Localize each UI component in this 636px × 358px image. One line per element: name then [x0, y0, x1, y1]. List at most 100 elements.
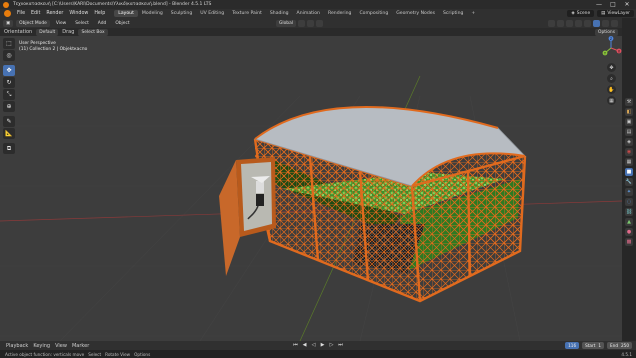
menu-help[interactable]: Help — [91, 11, 108, 16]
tab-modeling[interactable]: Modeling — [138, 10, 167, 17]
view-layer-properties-icon[interactable]: ▤ — [625, 128, 633, 136]
window-title: Τεχνοκατασκευή [C:\Users\KARI\Documents\… — [13, 2, 212, 7]
tab-texture-paint[interactable]: Texture Paint — [228, 10, 266, 17]
constraint-properties-icon[interactable]: ⛓ — [625, 208, 633, 216]
scene-properties-icon[interactable]: ◈ — [625, 138, 633, 146]
3d-viewport[interactable]: User Perspective (11) Collection 2 | Obj… — [0, 36, 622, 341]
measure-tool-icon[interactable]: 📐 — [3, 128, 15, 139]
move-tool-icon[interactable]: ✥ — [3, 65, 15, 76]
next-keyframe-icon[interactable]: ▷ — [328, 342, 335, 349]
options-dropdown[interactable]: Options — [595, 28, 618, 36]
status-options-hint: Options — [134, 351, 151, 357]
view-layer-selector[interactable]: ▤ ViewLayer — [597, 10, 634, 17]
mode-dropdown[interactable]: Object Mode — [16, 19, 50, 27]
menu-file[interactable]: File — [14, 11, 28, 16]
menu-render[interactable]: Render — [43, 11, 66, 16]
scene-name: Scene — [576, 11, 591, 16]
view-name: User Perspective — [19, 41, 56, 46]
start-frame-value: 1 — [598, 343, 602, 348]
play-reverse-icon[interactable]: ◁ — [310, 342, 317, 349]
tab-animation[interactable]: Animation — [293, 10, 324, 17]
material-properties-icon[interactable]: ● — [625, 228, 633, 236]
navigation-buttons: ✥ ⌕ ✋ ▦ — [607, 63, 616, 105]
jump-end-icon[interactable]: ⏭ — [337, 342, 344, 349]
pivot-icon[interactable] — [298, 19, 306, 27]
visibility-icon[interactable] — [548, 19, 555, 27]
tab-rendering[interactable]: Rendering — [324, 10, 355, 17]
rotate-tool-icon[interactable]: ↻ — [3, 77, 15, 88]
minimize-button[interactable]: — — [592, 0, 606, 9]
drag-label: Drag — [62, 29, 75, 35]
current-frame-field[interactable]: 116 — [565, 342, 580, 349]
texture-properties-icon[interactable]: ▩ — [625, 238, 633, 246]
tab-compositing[interactable]: Compositing — [355, 10, 392, 17]
snap-icon[interactable] — [307, 19, 315, 27]
transform-tool-icon[interactable]: ⊕ — [3, 101, 15, 112]
object-properties-icon[interactable]: ■ — [625, 168, 633, 176]
end-frame-field[interactable]: End 250 — [607, 342, 632, 349]
tool-properties-icon[interactable]: ⚒ — [625, 98, 633, 106]
menu-edit[interactable]: Edit — [28, 11, 43, 16]
tab-sculpting[interactable]: Sculpting — [167, 10, 196, 17]
workspace-tabs: Layout Modeling Sculpting UV Editing Tex… — [114, 9, 479, 18]
menu-object[interactable]: Object — [112, 20, 132, 27]
tab-scripting[interactable]: Scripting — [439, 10, 467, 17]
zoom-view-icon[interactable]: ⌕ — [607, 74, 616, 83]
gizmo-y-label: Y — [604, 51, 606, 55]
current-frame-value: 116 — [568, 343, 577, 348]
prev-keyframe-icon[interactable]: ◀ — [301, 342, 308, 349]
xray-toggle-icon[interactable] — [575, 19, 582, 27]
output-properties-icon[interactable]: ▣ — [625, 118, 633, 126]
menu-window[interactable]: Window — [66, 11, 91, 16]
gizmo-toggle-icon[interactable] — [557, 19, 564, 27]
play-icon[interactable]: ▶ — [319, 342, 326, 349]
menu-add[interactable]: Add — [95, 20, 110, 27]
add-workspace-button[interactable]: + — [467, 10, 479, 17]
maximize-button[interactable]: □ — [606, 0, 620, 9]
overlay-toggle-icon[interactable] — [566, 19, 573, 27]
view-layer-name: ViewLayer — [607, 11, 630, 16]
blender-menu-icon[interactable] — [4, 10, 11, 17]
orientation-dropdown[interactable]: Global — [276, 19, 297, 27]
timeline-menu-marker[interactable]: Marker — [72, 343, 89, 349]
hand-view-icon[interactable]: ✋ — [607, 85, 616, 94]
menu-view[interactable]: View — [53, 20, 69, 27]
tab-geometry-nodes[interactable]: Geometry Nodes — [392, 10, 439, 17]
navigation-gizmo[interactable]: Z X Y — [600, 36, 622, 58]
timeline-menu-view[interactable]: View — [55, 343, 67, 349]
scale-tool-icon[interactable]: ⤡ — [3, 89, 15, 100]
collection-properties-icon[interactable]: ▦ — [625, 158, 633, 166]
solid-shading-icon[interactable] — [593, 19, 600, 27]
jump-start-icon[interactable]: ⏮ — [292, 342, 299, 349]
scene-selector[interactable]: ◈ Scene — [567, 10, 595, 17]
physics-properties-icon[interactable]: ◌ — [625, 198, 633, 206]
select-box-tool-icon[interactable]: ⬚ — [3, 38, 15, 49]
modifier-properties-icon[interactable]: 🔧 — [625, 178, 633, 186]
editor-type-button[interactable]: ▣ — [3, 19, 14, 27]
close-button[interactable]: ✕ — [620, 0, 634, 9]
orientation-value-dropdown[interactable]: Default — [36, 28, 59, 36]
wireframe-shading-icon[interactable] — [584, 19, 591, 27]
particle-properties-icon[interactable]: ✦ — [625, 188, 633, 196]
data-properties-icon[interactable]: ▲ — [625, 218, 633, 226]
rendered-shading-icon[interactable] — [611, 19, 618, 27]
menu-select[interactable]: Select — [72, 20, 92, 27]
render-properties-icon[interactable]: ◧ — [625, 108, 633, 116]
start-frame-field[interactable]: Start 1 — [582, 342, 605, 349]
proportional-edit-icon[interactable] — [316, 19, 324, 27]
properties-tabs: ⚒ ◧ ▣ ▤ ◈ ◉ ▦ ■ 🔧 ✦ ◌ ⛓ ▲ ● ▩ — [622, 18, 636, 341]
tab-uv-editing[interactable]: UV Editing — [196, 10, 228, 17]
add-cube-tool-icon[interactable]: ⧉ — [3, 143, 15, 154]
toggle-camera-view-icon[interactable]: ▦ — [607, 96, 616, 105]
material-shading-icon[interactable] — [602, 19, 609, 27]
pan-view-icon[interactable]: ✥ — [607, 63, 616, 72]
cursor-tool-icon[interactable]: ◎ — [3, 50, 15, 61]
tab-shading[interactable]: Shading — [266, 10, 293, 17]
timeline-menu-keying[interactable]: Keying — [33, 343, 50, 349]
tab-layout[interactable]: Layout — [114, 10, 138, 17]
version-label: 4.5.1 — [621, 351, 632, 357]
world-properties-icon[interactable]: ◉ — [625, 148, 633, 156]
drag-value-dropdown[interactable]: Select Box — [78, 28, 108, 36]
annotate-tool-icon[interactable]: ✎ — [3, 116, 15, 127]
timeline-menu-playback[interactable]: Playback — [6, 343, 28, 349]
